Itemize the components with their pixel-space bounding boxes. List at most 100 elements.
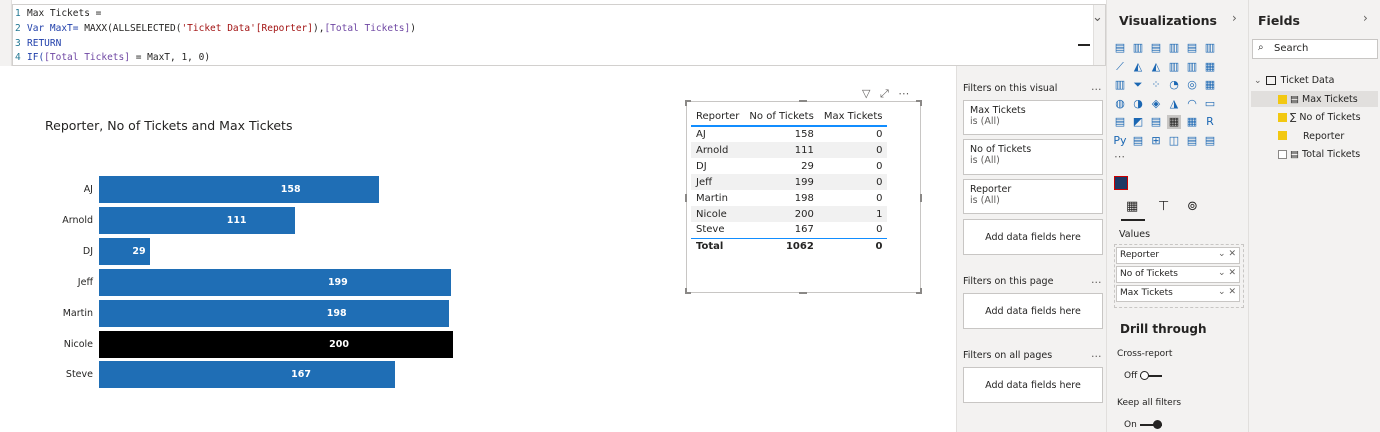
chevron-down-icon[interactable]: ⌄ bbox=[1254, 76, 1262, 86]
qa-icon[interactable]: ◫ bbox=[1167, 134, 1181, 148]
chevron-down-icon[interactable]: ⌄ bbox=[1092, 10, 1103, 25]
checkbox-max-tickets[interactable] bbox=[1278, 95, 1287, 104]
resize-handle[interactable] bbox=[920, 288, 922, 294]
format-paint-roller-icon[interactable]: ⊤ bbox=[1158, 199, 1169, 214]
table-row[interactable]: DJ 29 0 bbox=[691, 158, 887, 174]
matrix-icon[interactable]: ▦ bbox=[1185, 115, 1199, 129]
resize-handle[interactable] bbox=[685, 100, 687, 106]
table-icon[interactable]: ▦ bbox=[1167, 115, 1181, 129]
field-item-no-of-tickets[interactable]: ∑ No of Tickets bbox=[1290, 112, 1361, 123]
shape-map-icon[interactable]: ◈ bbox=[1149, 97, 1163, 111]
line-column-chart-icon[interactable]: ▥ bbox=[1167, 60, 1181, 74]
remove-field-icon[interactable]: ⌄ ✕ bbox=[1218, 268, 1236, 278]
more-visuals-icon[interactable]: ⋯ bbox=[1114, 150, 1125, 163]
page-filter-drop-zone[interactable]: Add data fields here bbox=[963, 293, 1103, 329]
values-well-no-of-tickets[interactable]: No of Tickets ⌄ ✕ bbox=[1116, 266, 1240, 283]
filter-card-no-of-tickets[interactable]: No of Tickets is (All) bbox=[963, 139, 1103, 175]
fields-search-input[interactable] bbox=[1252, 39, 1378, 59]
gauge-icon[interactable]: ◠ bbox=[1185, 97, 1199, 111]
checkbox-no-of-tickets[interactable] bbox=[1278, 113, 1287, 122]
funnel-chart-icon[interactable]: ⏷ bbox=[1131, 78, 1145, 92]
filter-card-max-tickets[interactable]: Max Tickets is (All) bbox=[963, 100, 1103, 135]
chevron-right-icon[interactable]: › bbox=[1363, 11, 1368, 25]
ribbon-chart-icon[interactable]: ▦ bbox=[1203, 60, 1217, 74]
clustered-bar-chart-icon[interactable]: ▤ bbox=[1149, 41, 1163, 55]
keep-all-filters-toggle-knob[interactable] bbox=[1153, 420, 1162, 429]
slicer-icon[interactable]: ▤ bbox=[1149, 115, 1163, 129]
focus-mode-icon[interactable]: ⤢ bbox=[880, 87, 889, 100]
filter-card-reporter[interactable]: Reporter is (All) bbox=[963, 179, 1103, 214]
filled-map-icon[interactable]: ◑ bbox=[1131, 97, 1145, 111]
clustered-column-chart-icon[interactable]: ▥ bbox=[1167, 41, 1181, 55]
table-row[interactable]: Steve 167 0 bbox=[691, 222, 887, 238]
bar[interactable] bbox=[99, 299, 450, 327]
area-chart-icon[interactable]: ◭ bbox=[1131, 60, 1145, 74]
table-row[interactable]: Jeff 199 0 bbox=[691, 174, 888, 190]
waterfall-chart-icon[interactable]: ▥ bbox=[1113, 78, 1127, 92]
treemap-icon[interactable]: ▦ bbox=[1203, 78, 1217, 92]
bar[interactable] bbox=[99, 330, 453, 358]
r-visual-icon[interactable]: R bbox=[1203, 115, 1217, 129]
stacked-area-chart-icon[interactable]: ◭ bbox=[1149, 60, 1163, 74]
table-row[interactable]: Arnold 111 0 bbox=[691, 142, 888, 158]
python-visual-icon[interactable]: Py bbox=[1113, 134, 1127, 148]
remove-field-icon[interactable]: ⌄ ✕ bbox=[1218, 249, 1236, 259]
resize-handle[interactable] bbox=[920, 100, 922, 106]
smart-narrative-icon[interactable]: ▤ bbox=[1185, 134, 1199, 148]
bar[interactable] bbox=[99, 176, 379, 203]
formula-gutter[interactable] bbox=[0, 0, 12, 66]
filter-icon[interactable]: ▽ bbox=[862, 87, 870, 100]
stacked-bar-chart-icon[interactable]: ▤ bbox=[1113, 41, 1127, 55]
values-well-max-tickets[interactable]: Max Tickets ⌄ ✕ bbox=[1116, 285, 1240, 302]
table-row[interactable]: AJ 158 0 bbox=[691, 126, 887, 142]
line-clustered-column-icon[interactable]: ▥ bbox=[1185, 60, 1199, 74]
multi-row-card-icon[interactable]: ▤ bbox=[1113, 115, 1127, 129]
fields-tab-icon[interactable]: ▦ bbox=[1126, 199, 1138, 214]
stacked-column-chart-icon[interactable]: ▥ bbox=[1131, 41, 1145, 55]
column-header[interactable]: No of Tickets bbox=[744, 108, 819, 127]
paginated-report-icon[interactable]: ▤ bbox=[1203, 134, 1217, 148]
map-icon[interactable]: ◍ bbox=[1113, 97, 1127, 111]
bar[interactable] bbox=[99, 268, 452, 296]
checkbox-reporter[interactable] bbox=[1278, 131, 1287, 140]
scatter-chart-icon[interactable]: ⁘ bbox=[1149, 78, 1163, 92]
resize-handle[interactable] bbox=[799, 100, 807, 102]
more-options-icon[interactable]: ... bbox=[1091, 273, 1102, 286]
all-pages-filter-drop-zone[interactable]: Add data fields here bbox=[963, 367, 1103, 403]
bar[interactable] bbox=[99, 361, 395, 389]
field-item-total-tickets[interactable]: ▤ Total Tickets bbox=[1290, 149, 1360, 160]
100-bar-chart-icon[interactable]: ▤ bbox=[1185, 41, 1199, 55]
chevron-right-icon[interactable]: › bbox=[1232, 11, 1237, 25]
values-well-reporter[interactable]: Reporter ⌄ ✕ bbox=[1116, 247, 1240, 264]
field-item-max-tickets[interactable]: ▤ Max Tickets bbox=[1290, 94, 1358, 105]
analytics-magnifier-icon[interactable]: ⊚ bbox=[1187, 199, 1198, 214]
azure-map-icon[interactable]: ◮ bbox=[1167, 97, 1181, 111]
custom-visual-icon[interactable] bbox=[1114, 176, 1128, 190]
table-row[interactable]: Martin 198 0 bbox=[691, 190, 887, 206]
resize-handle[interactable] bbox=[685, 194, 687, 202]
more-options-icon[interactable]: ⋯ bbox=[898, 87, 909, 100]
checkbox-total-tickets[interactable] bbox=[1278, 150, 1287, 159]
column-header[interactable]: Reporter bbox=[691, 108, 745, 127]
dax-formula-editor[interactable]: 1 Max Tickets = 2 Var MaxT= MAXX(ALLSELECT… bbox=[12, 4, 1106, 66]
decomposition-tree-icon[interactable]: ⊞ bbox=[1149, 134, 1163, 148]
key-influencers-icon[interactable]: ▤ bbox=[1131, 134, 1145, 148]
formula-collapse-icon[interactable] bbox=[1078, 44, 1090, 46]
more-options-icon[interactable]: ... bbox=[1091, 80, 1102, 93]
table-visual[interactable]: Reporter No of Tickets Max Tickets AJ 158… bbox=[685, 100, 922, 294]
table-row[interactable]: Nicole 200 1 bbox=[691, 206, 888, 222]
column-header[interactable]: Max Tickets bbox=[818, 108, 888, 127]
donut-chart-icon[interactable]: ◎ bbox=[1185, 78, 1199, 92]
100-column-chart-icon[interactable]: ▥ bbox=[1203, 41, 1217, 55]
line-chart-icon[interactable]: ⟋ bbox=[1113, 60, 1127, 74]
field-item-reporter[interactable]: Reporter bbox=[1303, 131, 1344, 142]
kpi-icon[interactable]: ◩ bbox=[1131, 115, 1145, 129]
remove-field-icon[interactable]: ⌄ ✕ bbox=[1218, 287, 1236, 297]
cross-report-toggle-knob[interactable] bbox=[1140, 371, 1149, 380]
visual-filter-drop-zone[interactable]: Add data fields here bbox=[963, 219, 1103, 255]
resize-handle[interactable] bbox=[920, 194, 922, 202]
more-options-icon[interactable]: ... bbox=[1091, 347, 1102, 360]
resize-handle[interactable] bbox=[685, 288, 687, 294]
bar[interactable] bbox=[99, 206, 296, 234]
resize-handle[interactable] bbox=[799, 292, 807, 294]
